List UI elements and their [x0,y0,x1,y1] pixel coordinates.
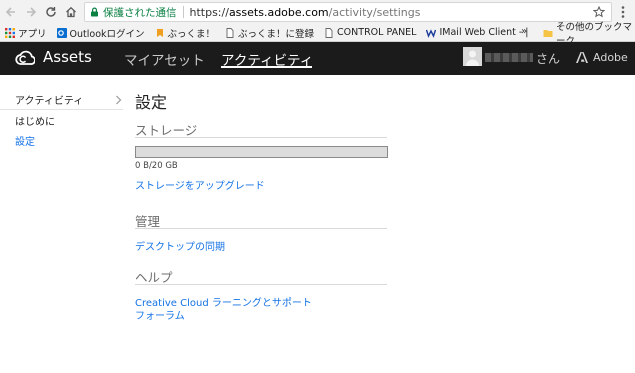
forward-button[interactable] [21,2,41,22]
browser-toolbar: 保護された通信 https://assets.adobe.com/activit… [0,0,635,24]
user-silhouette-icon [466,50,479,66]
back-arrow-icon [5,7,15,17]
bookmark-label: アプリ [18,28,47,40]
sidebar-item-activity[interactable]: アクティビティ [0,90,123,110]
sidebar-item-label: 設定 [15,136,35,148]
sidebar-item-label: はじめに [15,116,55,128]
bookmark-imail[interactable]: IMail Web Client - | [426,27,529,38]
adobe-logo-icon[interactable] [576,52,588,63]
user-honorific[interactable]: さん [536,50,560,67]
active-nav-indicator [221,66,312,68]
sidebar-item-label: アクティビティ [15,96,84,107]
storage-usage-bar [135,146,388,158]
page-icon [325,27,333,38]
apps-grid-icon [5,27,15,38]
reload-button[interactable] [41,2,61,22]
bookmark-bukkuma[interactable]: ぶっくま！ [155,26,216,40]
desktop-sync-link[interactable]: デスクトップの同期 [135,238,225,253]
adobe-label[interactable]: Adobe [593,51,628,64]
back-button[interactable] [1,2,21,22]
url-scheme: https:// [189,5,229,19]
bookmark-label: IMail Web Client - | [439,27,529,38]
bookmark-label: ぶっくま！に登録 [238,28,315,40]
bookmark-control-panel[interactable]: CONTROL PANEL [324,27,416,38]
home-icon [66,6,76,18]
imail-icon [426,28,437,38]
storage-divider [135,137,387,138]
lock-icon [91,7,98,17]
bookmark-apps[interactable]: アプリ [5,26,47,40]
forward-arrow-icon [27,7,37,17]
url-host: assets.adobe.com [228,5,329,19]
folder-icon [543,30,553,37]
reload-icon [46,7,56,17]
bookmark-outlook[interactable]: Outlookログイン [56,26,145,40]
bookmark-star-icon[interactable] [593,6,605,18]
secure-label: 保護された通信 [103,6,177,19]
sidebar-item-settings[interactable]: 設定 [0,130,123,150]
bookmark-icon [156,28,163,37]
storage-usage-text: 0 B/20 GB [135,161,178,171]
avatar[interactable] [463,47,482,66]
page-title: 設定 [135,93,168,112]
chevron-right-icon [116,95,122,105]
nav-my-assets[interactable]: マイアセット [124,49,205,69]
bookmark-label: ぶっくま！ [167,28,216,40]
other-bookmarks-folder[interactable]: その他のブックマーク [543,22,635,47]
outlook-icon [56,27,67,38]
brand-name[interactable]: Assets [43,48,92,66]
help-divider [135,284,387,285]
upgrade-storage-link[interactable]: ストレージをアップグレード [135,177,265,192]
manage-divider [135,228,387,229]
bookmarks-bar: アプリ Outlookログイン ぶっくま！ ぶっくま！に登録 CONTROL P… [0,24,635,42]
browser-menu-icon[interactable] [617,5,629,19]
more-bookmarks-button[interactable]: » [521,26,527,37]
address-bar[interactable]: 保護された通信 https://assets.adobe.com/activit… [84,2,612,22]
user-name-redacted [485,53,533,62]
home-button[interactable] [61,2,81,22]
sidebar-item-getting-started[interactable]: はじめに [0,110,123,130]
page-icon [226,27,234,38]
bookmark-bukkuma-register[interactable]: ぶっくま！に登録 [225,26,314,40]
url-path: /activity/settings [328,5,421,19]
creative-cloud-logo-icon[interactable] [15,49,35,67]
url-text: https://assets.adobe.com/activity/settin… [190,6,421,19]
omnibox-divider [182,6,184,18]
app-header: Assets マイアセット アクティビティ さん Adobe [0,42,635,75]
bookmark-label: CONTROL PANEL [337,27,417,38]
forum-link[interactable]: フォーラム [135,307,185,322]
bookmark-label: Outlookログイン [69,28,145,40]
